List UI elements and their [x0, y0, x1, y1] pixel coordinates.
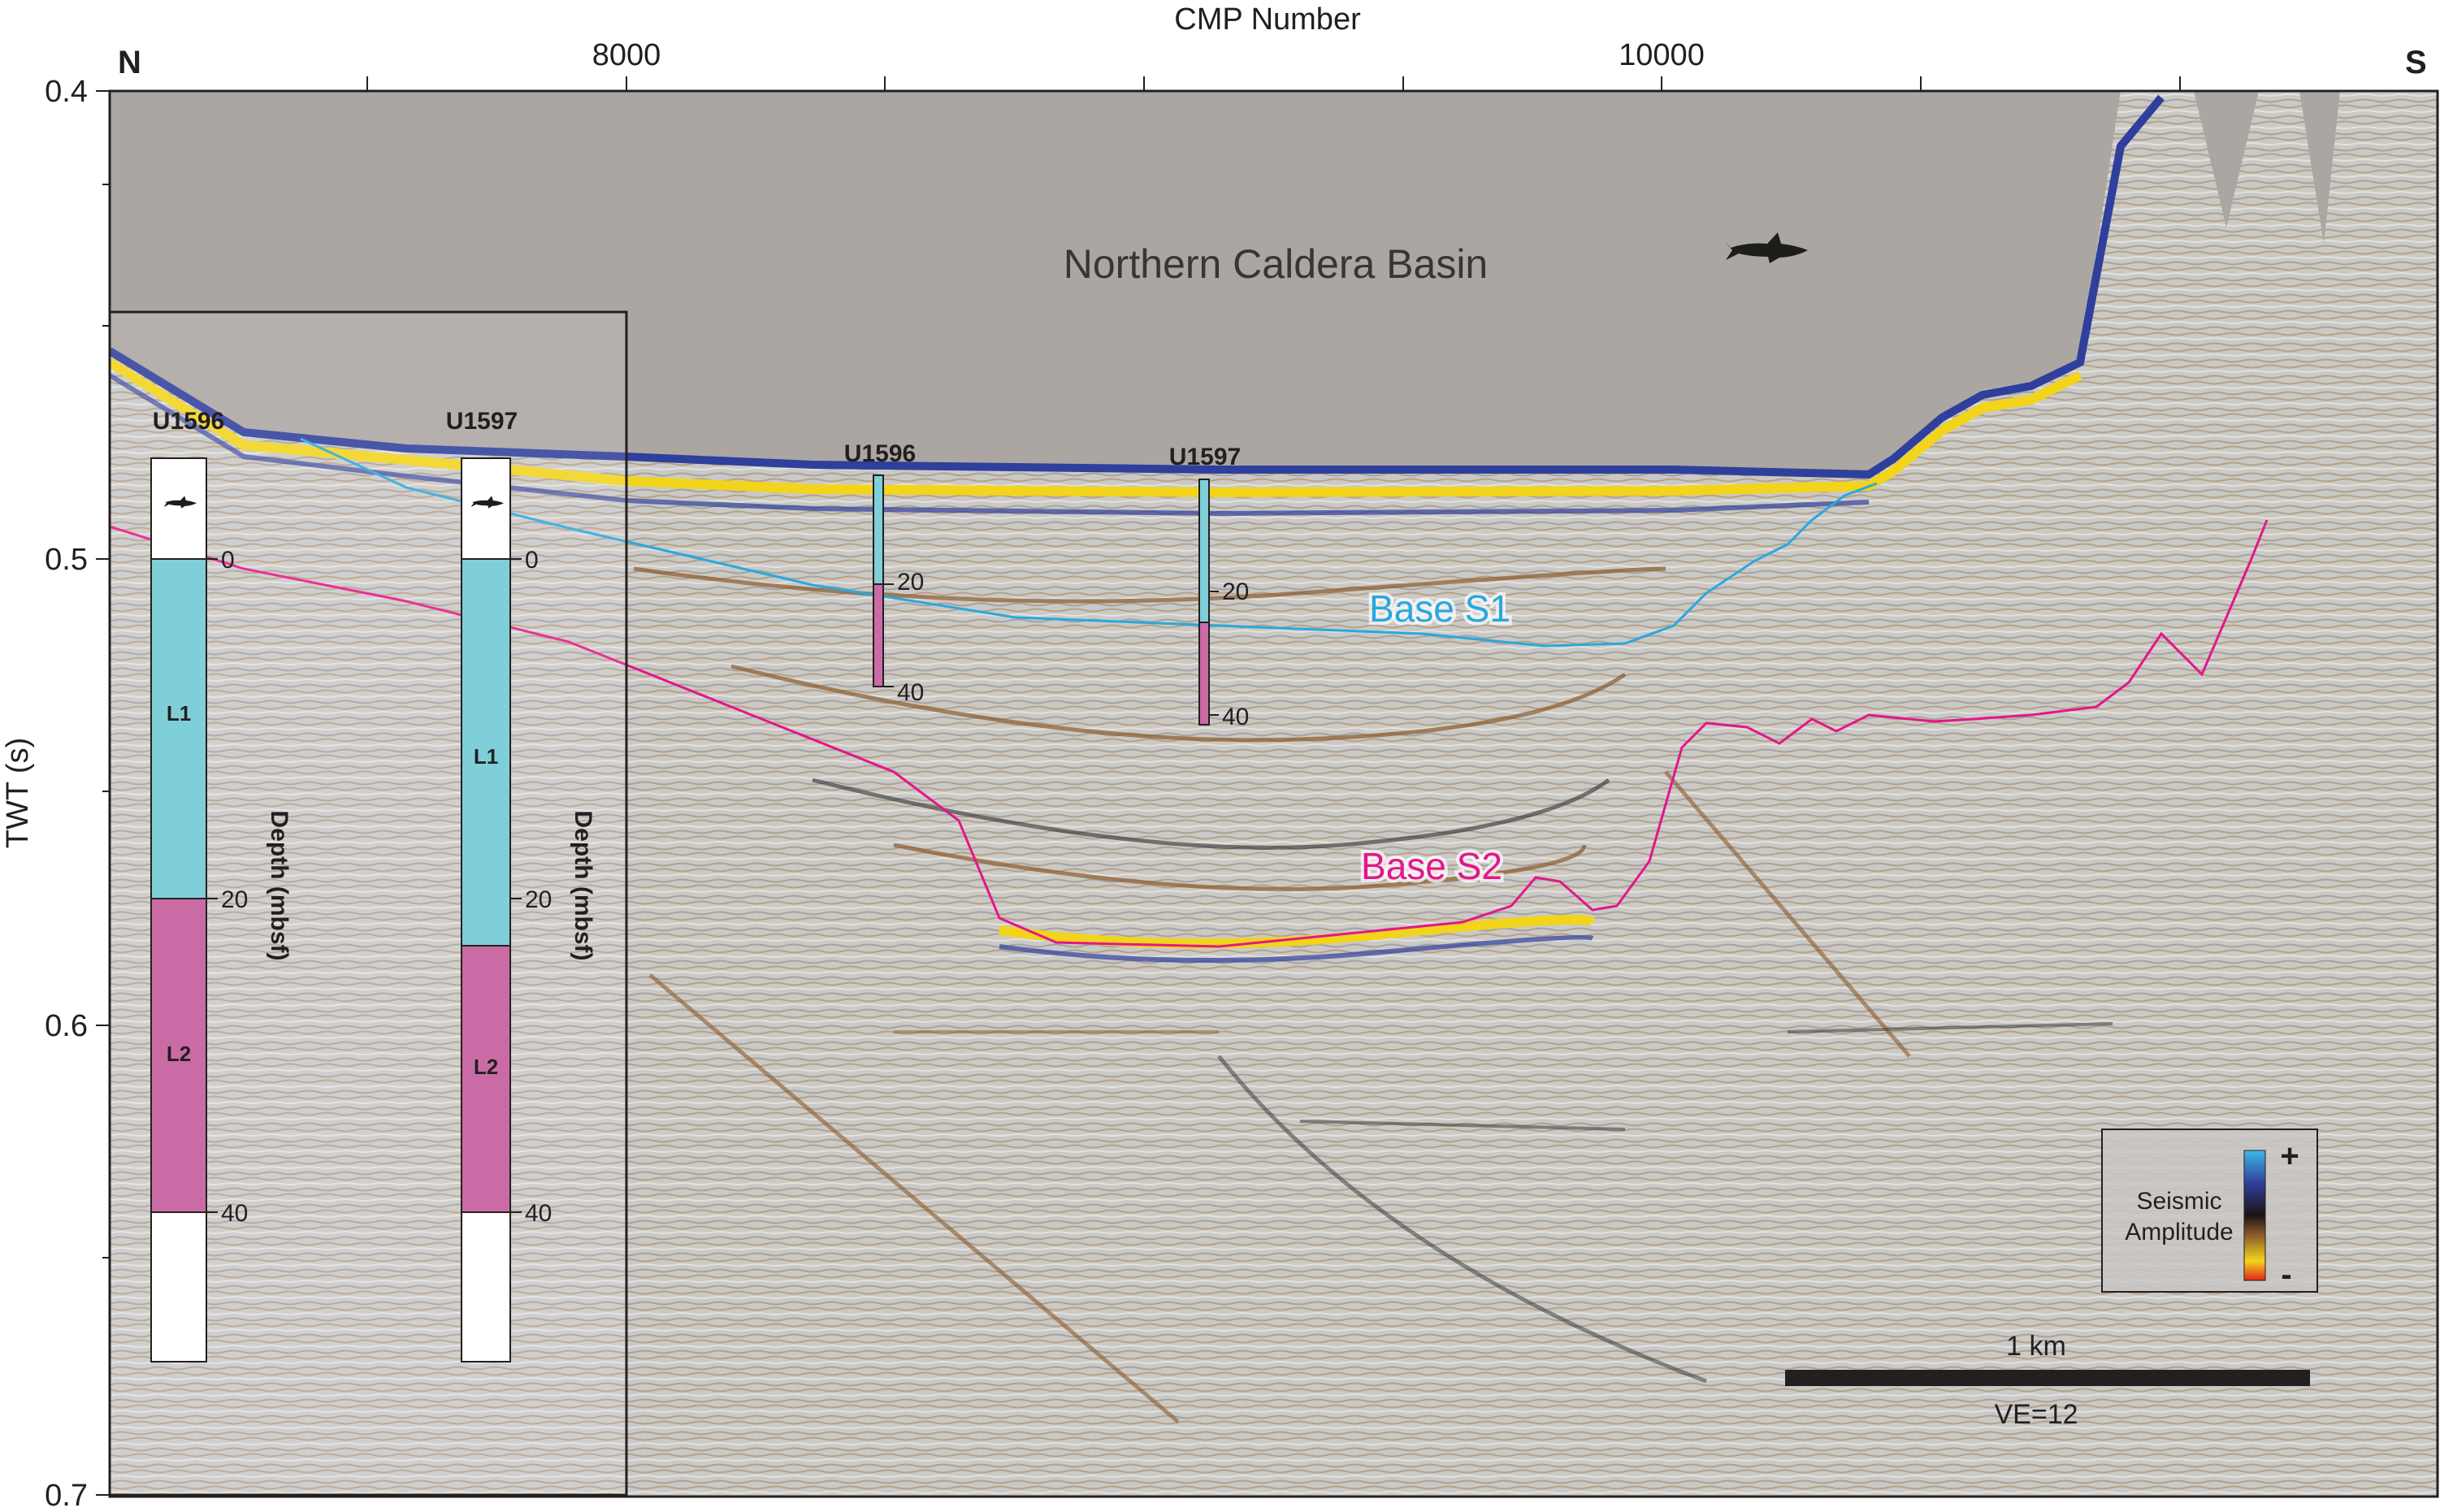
site-label: U1597 [1169, 444, 1241, 470]
base-s2-label: Base S2 [1361, 845, 1502, 887]
depth-tick-0: 0 [221, 547, 235, 574]
y-tick-label-0.7: 0.7 [45, 1479, 88, 1512]
depth-tick-20: 20 [525, 886, 552, 913]
seismic-profile-figure: CMP Number TWT (s) 8000 10000 0.4 0.5 0.… [1, 2, 2439, 1512]
vertical-exaggeration-label: VE=12 [1994, 1399, 2078, 1430]
legend-plus: + [2280, 1138, 2299, 1174]
depth-tick-20: 20 [1222, 578, 1249, 605]
unit-label-l1: L1 [474, 744, 498, 769]
y-ticks [96, 90, 110, 1496]
legend-title-line2: Amplitude [2125, 1219, 2233, 1246]
legend-title-line1: Seismic [2136, 1188, 2221, 1215]
unit-label-l2: L2 [167, 1042, 191, 1066]
compass-south: S [2405, 45, 2427, 80]
unit-label-l2: L2 [474, 1055, 498, 1079]
y-tick-label-0.6: 0.6 [45, 1009, 88, 1043]
column-site-label: U1597 [446, 408, 518, 435]
y-axis-title: TWT (s) [1, 738, 35, 848]
depth-tick-20: 20 [221, 886, 248, 913]
lithology-inset: U1596 L1 L2 0 20 40 Depth (mbsf) U1597 L… [108, 310, 628, 1497]
x-ticks [366, 76, 2181, 91]
depth-tick-40: 40 [897, 679, 924, 706]
amplitude-colorbar [2243, 1150, 2266, 1281]
amplitude-legend: Seismic Amplitude + - [2101, 1129, 2318, 1293]
base-s1-label: Base S1 [1369, 587, 1510, 630]
x-tick-label-10000: 10000 [1619, 38, 1705, 72]
depth-tick-40: 40 [525, 1200, 552, 1227]
legend-minus: - [2281, 1257, 2291, 1293]
depth-tick-20: 20 [897, 569, 924, 596]
x-tick-label-8000: 8000 [592, 38, 661, 72]
basin-label: Northern Caldera Basin [1064, 241, 1489, 287]
depth-tick-40: 40 [1222, 704, 1249, 730]
column-site-label: U1596 [153, 408, 224, 435]
x-axis-title: CMP Number [1174, 2, 1361, 37]
depth-tick-40: 40 [221, 1200, 248, 1227]
scale-length-label: 1 km [2006, 1331, 2066, 1362]
site-label: U1596 [844, 440, 916, 467]
depth-tick-0: 0 [525, 547, 539, 574]
compass-north: N [118, 45, 141, 80]
depth-axis-title: Depth (mbsf) [266, 811, 293, 961]
y-tick-label-0.5: 0.5 [45, 543, 88, 577]
unit-label-l1: L1 [167, 701, 191, 726]
depth-axis-title: Depth (mbsf) [570, 811, 596, 961]
y-tick-label-0.4: 0.4 [45, 75, 88, 109]
